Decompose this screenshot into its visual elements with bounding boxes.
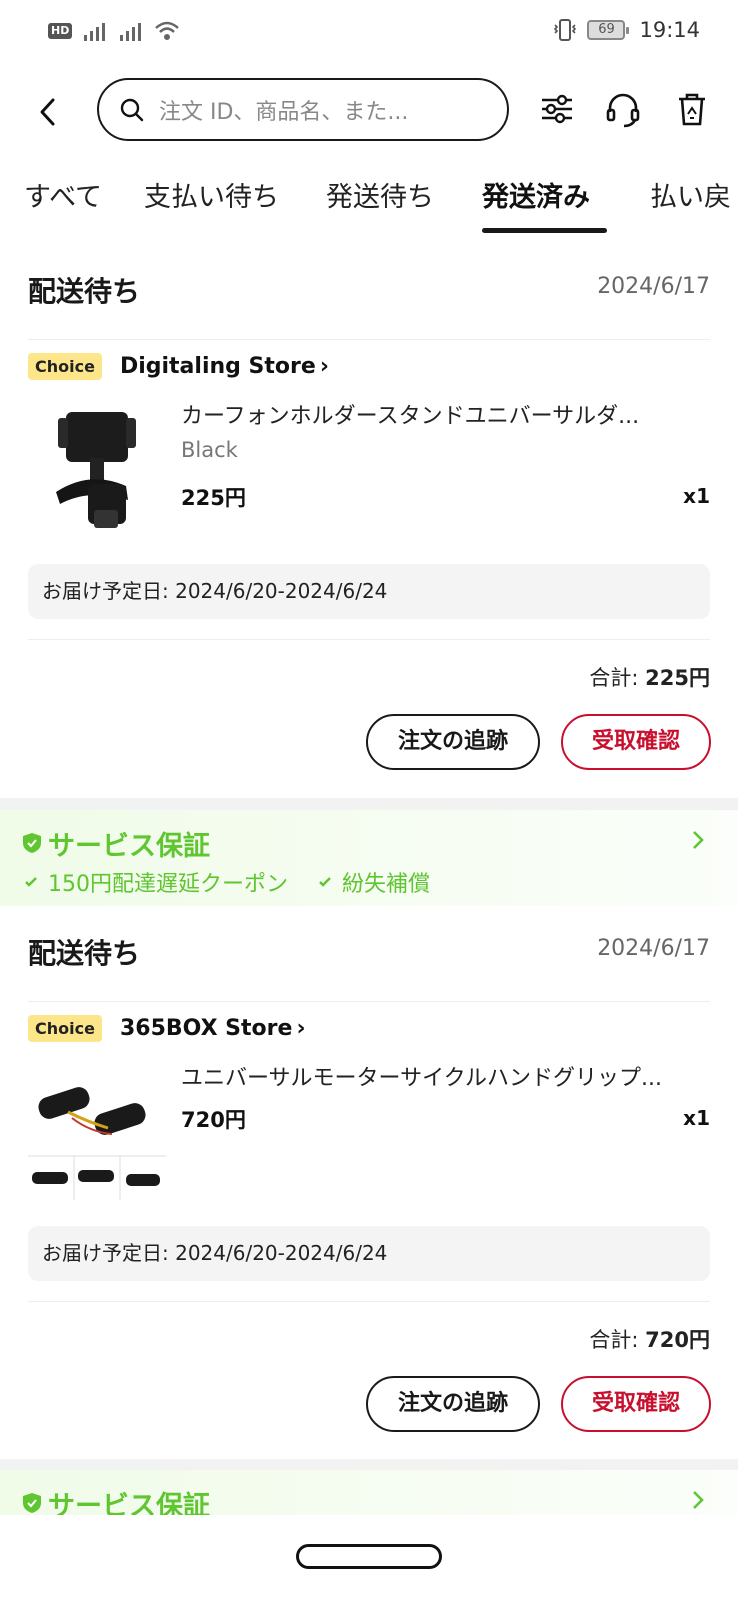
product-variant: Black: [181, 438, 238, 462]
store-row[interactable]: Choice Digitaling Store ›: [28, 346, 329, 386]
track-order-button[interactable]: 注文の追跡: [366, 714, 540, 770]
back-arrow-icon[interactable]: [28, 92, 68, 132]
delivery-estimate: お届け予定日: 2024/6/20-2024/6/24: [28, 1226, 710, 1281]
order-status: 配送待ち: [28, 937, 141, 970]
active-tab-indicator: [482, 228, 607, 233]
product-title[interactable]: ユニバーサルモーターサイクルハンドグリップ...: [181, 1060, 681, 1092]
system-nav-bar: [0, 1515, 738, 1600]
service-item-label: 紛失補償: [342, 872, 431, 897]
tab-shipped[interactable]: 発送済み: [482, 175, 590, 214]
product-image-handgrip[interactable]: [28, 1062, 166, 1200]
headset-icon[interactable]: [602, 88, 644, 130]
wifi-icon: [155, 21, 180, 40]
product-price: 225円: [181, 486, 246, 510]
tab-awaiting-shipment[interactable]: 発送待ち: [326, 175, 434, 214]
service-title: サービス保証: [48, 831, 210, 862]
home-indicator[interactable]: [296, 1544, 442, 1569]
divider: [28, 1301, 710, 1302]
product-image-phone-holder[interactable]: [28, 400, 166, 538]
tab-refund[interactable]: 払い戻: [650, 175, 731, 214]
status-bar: HD 69 19:14: [0, 0, 738, 62]
service-guarantee-banner[interactable]: サービス保証 150円配達遅延クーポン 紛失補償: [0, 810, 738, 906]
chevron-right-icon: ›: [319, 353, 329, 379]
confirm-receipt-button[interactable]: 受取確認: [561, 714, 711, 770]
product-quantity: x1: [683, 1106, 710, 1130]
choice-badge: Choice: [28, 352, 102, 380]
product-quantity: x1: [683, 484, 710, 508]
chevron-right-icon: [693, 831, 704, 849]
order-date: 2024/6/17: [597, 936, 710, 961]
signal-icon: [84, 23, 106, 41]
order-card: 配送待ち 2024/6/17 Choice Digitaling Store ›…: [0, 262, 738, 792]
service-guarantee-banner[interactable]: サービス保証: [0, 1470, 738, 1522]
service-item: 150円配達遅延クーポン: [24, 866, 288, 898]
hd-badge: HD: [48, 23, 73, 39]
product-price: 720円: [181, 1108, 246, 1132]
total-label: 合計:: [589, 666, 639, 690]
filter-icon[interactable]: [536, 88, 578, 130]
battery-indicator: 69: [587, 20, 630, 40]
vibrate-icon: [554, 19, 577, 41]
service-item-label: 150円配達遅延クーポン: [48, 872, 288, 897]
service-items: 150円配達遅延クーポン 紛失補償: [24, 866, 430, 898]
store-name[interactable]: Digitaling Store: [120, 354, 316, 379]
order-total: 合計: 225円: [589, 662, 710, 692]
chevron-right-icon: [693, 1491, 704, 1509]
order-total: 合計: 720円: [589, 1324, 710, 1354]
store-name[interactable]: 365BOX Store: [120, 1016, 292, 1041]
store-row[interactable]: Choice 365BOX Store ›: [28, 1008, 306, 1048]
chevron-right-icon: ›: [296, 1015, 306, 1041]
order-status: 配送待ち: [28, 275, 141, 308]
total-label: 合計:: [589, 1328, 639, 1352]
order-date: 2024/6/17: [597, 274, 710, 299]
search-box[interactable]: 注文 ID、商品名、また...: [97, 78, 509, 141]
total-value: 720円: [645, 1328, 710, 1352]
order-header: 配送待ち 2024/6/17: [28, 924, 710, 1002]
tab-all[interactable]: すべて: [24, 175, 102, 214]
shield-check-icon: [23, 1493, 41, 1513]
check-icon: [319, 877, 331, 887]
top-toolbar: 注文 ID、商品名、また...: [0, 78, 738, 142]
order-header: 配送待ち 2024/6/17: [28, 262, 710, 340]
total-value: 225円: [645, 666, 710, 690]
confirm-receipt-button[interactable]: 受取確認: [561, 1376, 711, 1432]
order-card: 配送待ち 2024/6/17 Choice 365BOX Store › ユニバ…: [0, 924, 738, 1454]
track-order-button[interactable]: 注文の追跡: [366, 1376, 540, 1432]
trash-icon[interactable]: [671, 88, 713, 130]
status-right: 69 19:14: [551, 18, 700, 42]
delivery-estimate: お届け予定日: 2024/6/20-2024/6/24: [28, 564, 710, 619]
search-icon: [120, 98, 144, 121]
divider: [28, 639, 710, 640]
choice-badge: Choice: [28, 1014, 102, 1042]
tab-awaiting-payment[interactable]: 支払い待ち: [144, 175, 279, 214]
clock: 19:14: [639, 18, 700, 42]
product-title[interactable]: カーフォンホルダースタンドユニバーサルダ...: [181, 398, 681, 430]
shield-check-icon: [23, 833, 41, 853]
status-left: HD: [48, 20, 180, 42]
signal-icon-2: [120, 23, 142, 41]
check-icon: [25, 877, 37, 887]
order-tabs: すべて 支払い待ち 発送待ち 発送済み 払い戻: [0, 175, 738, 237]
service-item: 紛失補償: [318, 866, 430, 898]
search-input[interactable]: 注文 ID、商品名、また...: [159, 94, 459, 126]
